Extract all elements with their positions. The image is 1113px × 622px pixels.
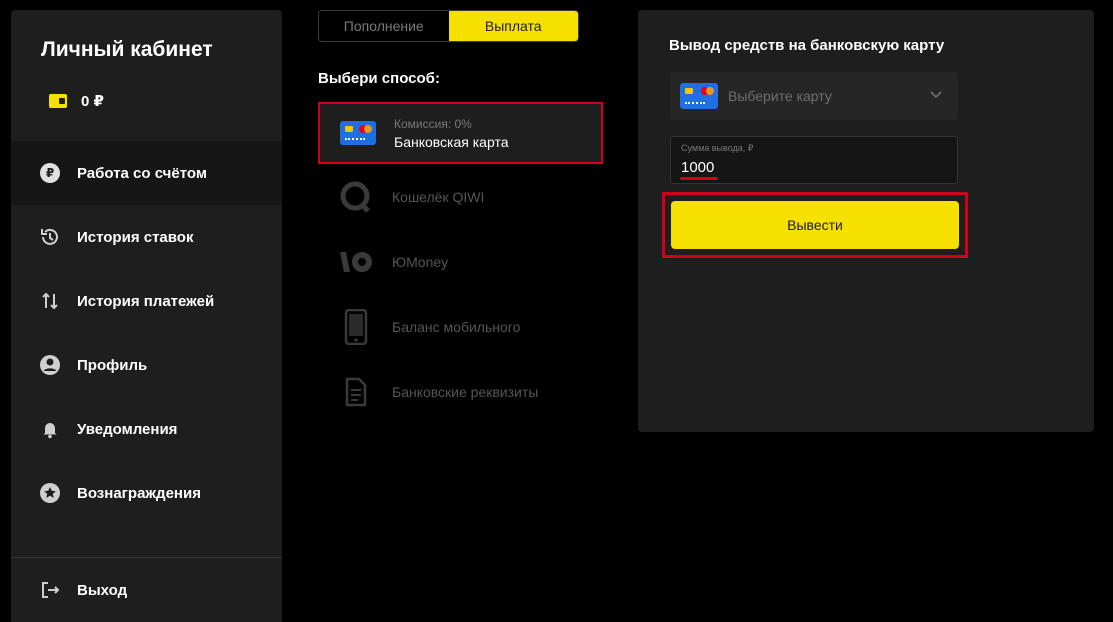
method-bank-card[interactable]: Комиссия: 0% Банковская карта — [318, 102, 603, 164]
balance-value: 0 ₽ — [81, 93, 104, 110]
sidebar-item-label: Профиль — [77, 356, 148, 374]
method-bank-details[interactable]: Банковские реквизиты — [318, 359, 603, 424]
deposit-payout-tabs: Пополнение Выплата — [318, 10, 579, 42]
wallet-icon — [49, 94, 67, 108]
method-label: Баланс мобильного — [392, 318, 521, 335]
sidebar-item-label: Работа со счётом — [77, 164, 207, 182]
method-label: Банковские реквизиты — [392, 383, 539, 400]
sidebar-nav: ₽ Работа со счётом История ставок Истори… — [11, 141, 282, 525]
method-label: Кошелёк QIWI — [392, 188, 485, 205]
panel-title: Вывод средств на банковскую карту — [669, 37, 945, 54]
amount-highlight — [680, 177, 718, 180]
method-label: ЮMoney — [392, 253, 449, 270]
payment-methods-list: Комиссия: 0% Банковская карта Кошелёк QI… — [318, 102, 603, 424]
sidebar-item-account[interactable]: ₽ Работа со счётом — [11, 141, 282, 205]
method-label: Банковская карта — [394, 133, 509, 150]
method-commission: Комиссия: 0% — [394, 116, 472, 131]
tab-payout[interactable]: Выплата — [448, 11, 578, 41]
logout-icon — [39, 579, 61, 601]
withdraw-panel: Вывод средств на банковскую карту Выбери… — [638, 10, 1094, 432]
logout-button[interactable]: Выход — [11, 558, 282, 622]
withdraw-button[interactable]: Вывести — [671, 201, 959, 249]
star-icon — [39, 482, 61, 504]
sidebar-item-rewards[interactable]: Вознаграждения — [11, 461, 282, 525]
logout-label: Выход — [77, 581, 128, 599]
sidebar-item-bet-history[interactable]: История ставок — [11, 205, 282, 269]
bank-card-icon — [680, 83, 718, 109]
user-icon — [39, 354, 61, 376]
ruble-icon: ₽ — [39, 162, 61, 184]
tab-deposit[interactable]: Пополнение — [319, 11, 449, 41]
sidebar-item-label: История платежей — [77, 292, 215, 310]
sidebar-item-label: Вознаграждения — [77, 484, 201, 502]
chevron-down-icon — [930, 91, 942, 99]
sidebar-item-profile[interactable]: Профиль — [11, 333, 282, 397]
amount-field[interactable]: Сумма вывода, ₽ 1000 — [670, 136, 958, 184]
sidebar-item-payment-history[interactable]: История платежей — [11, 269, 282, 333]
page-title: Личный кабинет — [41, 38, 213, 61]
method-mobile[interactable]: Баланс мобильного — [318, 294, 603, 359]
sidebar-item-label: Уведомления — [77, 420, 178, 438]
amount-label: Сумма вывода, ₽ — [681, 143, 754, 153]
method-qiwi[interactable]: Кошелёк QIWI — [318, 164, 603, 229]
mobile-phone-icon — [338, 308, 374, 345]
methods-title: Выбери способ: — [318, 70, 440, 87]
method-yoomoney[interactable]: ЮMoney — [318, 229, 603, 294]
card-select[interactable]: Выберите карту — [670, 72, 958, 120]
transfer-arrows-icon — [39, 290, 61, 312]
submit-highlight: Вывести — [662, 192, 968, 258]
sidebar-item-notifications[interactable]: Уведомления — [11, 397, 282, 461]
sidebar-item-label: История ставок — [77, 228, 194, 246]
document-icon — [338, 374, 374, 410]
amount-input[interactable]: 1000 — [681, 159, 714, 176]
qiwi-icon — [338, 179, 374, 215]
sidebar: Личный кабинет 0 ₽ ₽ Работа со счётом Ис… — [11, 10, 282, 622]
balance: 0 ₽ — [49, 92, 104, 110]
bell-icon — [39, 418, 61, 440]
card-select-placeholder: Выберите карту — [728, 88, 832, 104]
history-icon — [39, 226, 61, 248]
yoomoney-icon — [338, 244, 374, 280]
bank-card-icon — [340, 115, 376, 151]
